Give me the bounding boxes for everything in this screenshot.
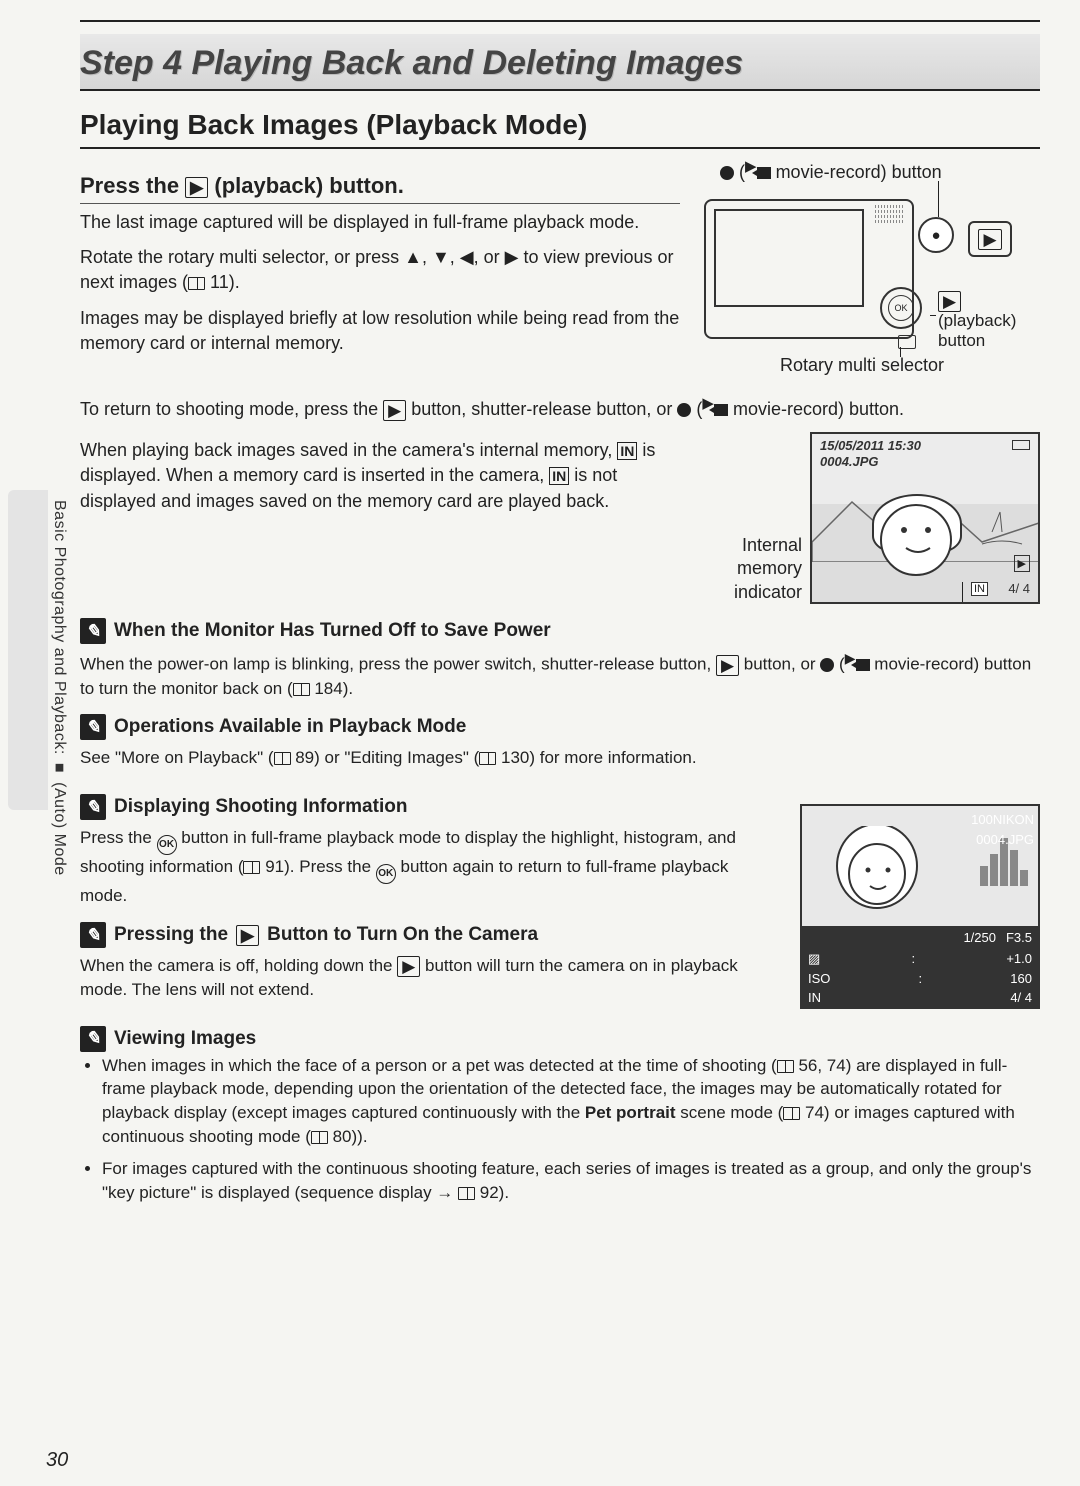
shooting-info-screen: 100NIKON 0004.JPG 1/250F3.5 ▨:+1.0 ISO:1… xyxy=(800,804,1040,1009)
image-counter: 4/ 4 xyxy=(1008,581,1030,596)
side-section-label: Basic Photography and Playback: ■ (Auto)… xyxy=(50,500,68,876)
book-icon xyxy=(479,752,496,765)
book-icon xyxy=(458,1187,475,1200)
playback-button-callout: ▶ xyxy=(938,291,961,312)
movie-icon xyxy=(714,404,728,416)
ok-button-icon: OK xyxy=(376,864,396,884)
camera-diagram: ● ▶ OK ▶ (playback) button Rotary multi … xyxy=(700,187,1040,387)
thumb-tab xyxy=(8,490,48,810)
timestamp-overlay: 15/05/2011 15:30 xyxy=(820,438,921,453)
step-banner: Step 4 Playing Back and Deleting Images xyxy=(80,34,1040,91)
person-illustration xyxy=(832,826,932,926)
filename-overlay: 0004.JPG xyxy=(820,454,879,469)
play-icon: ▶ xyxy=(185,177,208,198)
play-icon: ▶ xyxy=(716,655,739,676)
movie-icon xyxy=(856,659,870,671)
ok-button-icon: OK xyxy=(157,835,177,855)
book-icon xyxy=(311,1131,328,1144)
diagram-record-button: ● xyxy=(918,217,954,253)
movie-record-label: (▶ movie-record) button xyxy=(720,157,1040,183)
in-icon: IN xyxy=(617,442,637,460)
diagram-rotary-selector: OK xyxy=(880,287,922,329)
book-icon xyxy=(777,1060,794,1073)
section-title: Playing Back Images (Playback Mode) xyxy=(80,109,1040,149)
in-icon: IN xyxy=(549,467,569,485)
person-illustration xyxy=(872,494,962,594)
page-number: 30 xyxy=(46,1449,68,1472)
book-icon xyxy=(243,861,260,874)
book-icon xyxy=(293,683,310,696)
internal-memory-caption: Internal memory indicator xyxy=(712,534,802,604)
play-icon: ▶ xyxy=(236,925,259,946)
para-internal-memory: When playing back images saved in the ca… xyxy=(80,438,692,514)
press-playback-heading: Press the ▶ (playback) button. xyxy=(80,173,680,204)
para-last-image: The last image captured will be displaye… xyxy=(80,210,680,235)
note-icon: ✎ xyxy=(80,1026,106,1052)
book-icon xyxy=(188,277,205,290)
record-dot-icon xyxy=(820,658,834,672)
diagram-playback-button: ▶ xyxy=(968,221,1012,257)
para-rotate-selector: Rotate the rotary multi selector, or pre… xyxy=(80,245,680,295)
play-icon: ▶ xyxy=(397,956,420,977)
rotary-selector-callout: Rotary multi selector xyxy=(780,355,944,376)
play-icon: ▶ xyxy=(383,400,406,421)
playback-screen-figure: 15/05/2011 15:30 0004.JPG ▶ IN 4/ 4 xyxy=(810,432,1040,604)
internal-memory-indicator: IN xyxy=(971,582,988,596)
battery-icon xyxy=(1012,440,1030,450)
record-dot-icon xyxy=(677,403,691,417)
record-dot-icon xyxy=(720,166,734,180)
note-monitor-off: ✎When the Monitor Has Turned Off to Save… xyxy=(80,618,1040,700)
list-item: When images in which the face of a perso… xyxy=(102,1054,1040,1149)
banner-title: Step 4 Playing Back and Deleting Images xyxy=(80,44,1040,83)
note-icon: ✎ xyxy=(80,794,106,820)
note-shooting-info: ✎Displaying Shooting Information Press t… xyxy=(80,794,780,908)
note-icon: ✎ xyxy=(80,618,106,644)
para-return-shooting: To return to shooting mode, press the ▶ … xyxy=(80,393,1040,422)
book-icon xyxy=(783,1107,800,1120)
note-viewing-images: ✎Viewing Images When images in which the… xyxy=(80,1026,1040,1205)
para-low-res: Images may be displayed briefly at low r… xyxy=(80,306,680,356)
note-operations: ✎Operations Available in Playback Mode S… xyxy=(80,714,1040,770)
zoom-indicator-icon: ▶ xyxy=(1014,555,1030,572)
movie-icon xyxy=(757,167,771,179)
note-turn-on: ✎Pressing the ▶ Button to Turn On the Ca… xyxy=(80,922,780,1002)
list-item: For images captured with the continuous … xyxy=(102,1157,1040,1205)
page-content: Step 4 Playing Back and Deleting Images … xyxy=(80,20,1040,1466)
note-icon: ✎ xyxy=(80,714,106,740)
book-icon xyxy=(274,752,291,765)
note-icon: ✎ xyxy=(80,922,106,948)
